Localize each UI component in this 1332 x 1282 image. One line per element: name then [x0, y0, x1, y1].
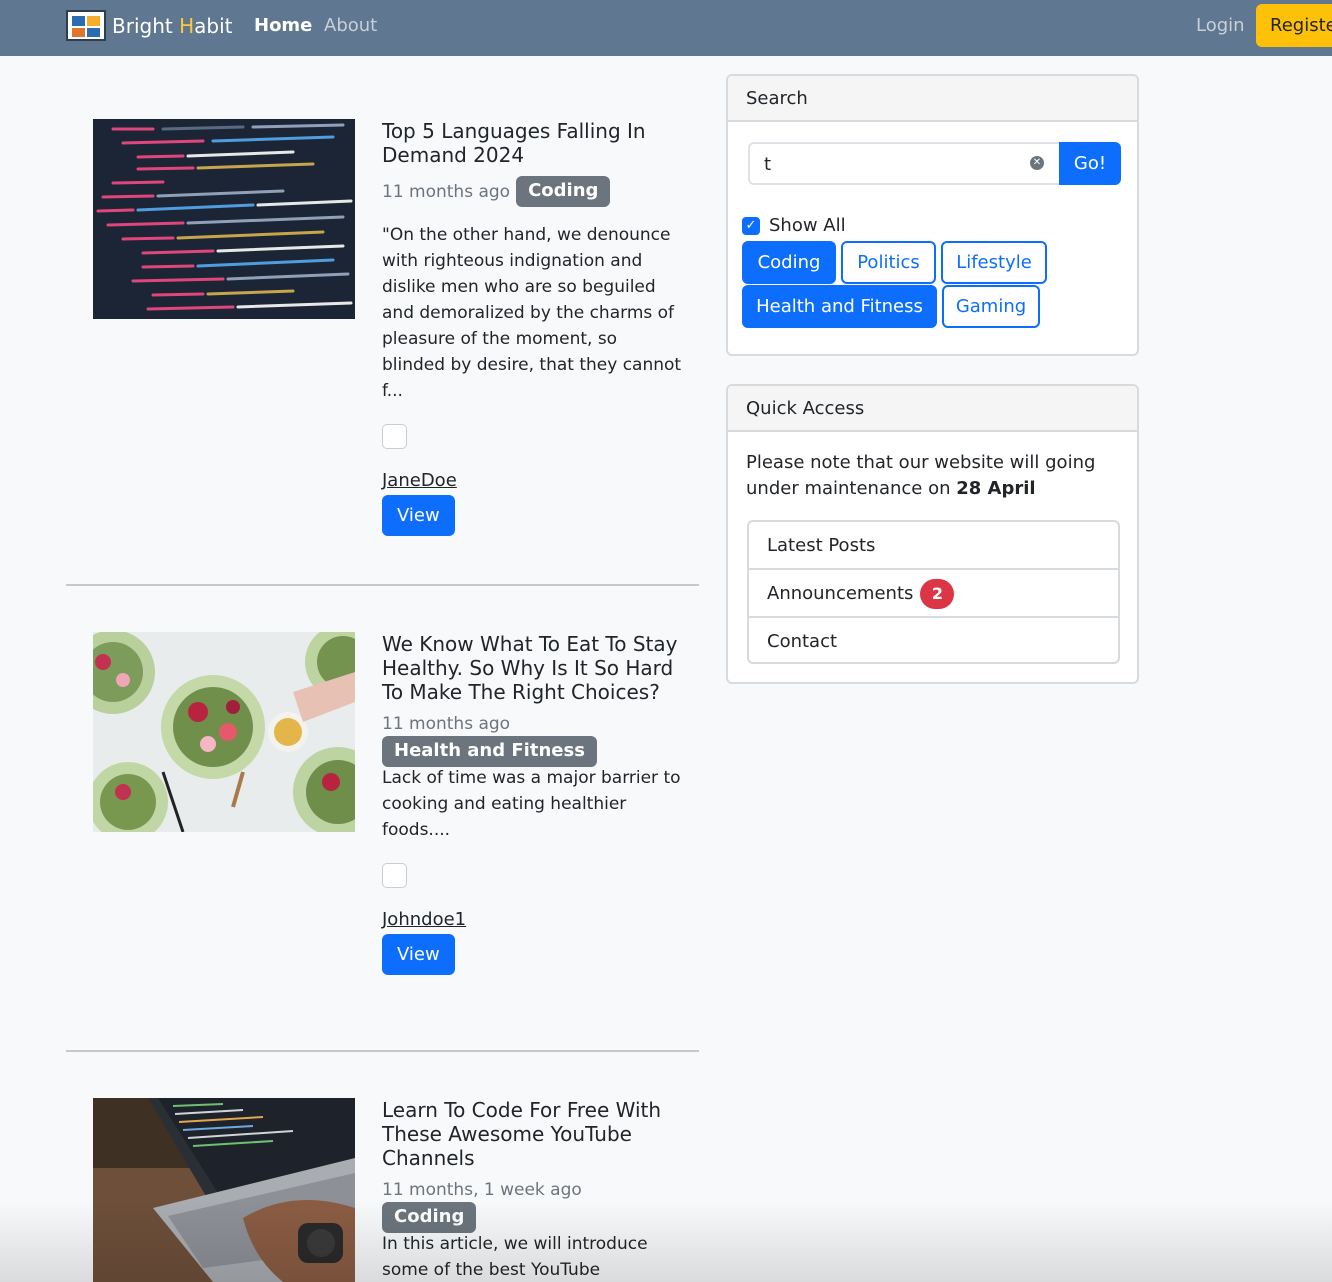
quick-access-card: Quick Access Please note that our websit…	[726, 384, 1139, 684]
nav-login-link[interactable]: Login	[1196, 15, 1245, 36]
nav-about-link[interactable]: About	[324, 15, 377, 36]
category-badge: Coding	[516, 176, 611, 207]
view-button[interactable]: View	[382, 934, 455, 975]
quick-links: Latest Posts Announcements 2 Contact	[747, 520, 1120, 664]
announcements-count-badge: 2	[920, 579, 955, 609]
post-time: 11 months ago	[382, 714, 511, 734]
brand-name: Bright Habit	[112, 13, 233, 38]
post-excerpt: "On the other hand, we denounce with rig…	[382, 225, 682, 401]
category-filter-gaming[interactable]: Gaming	[942, 285, 1040, 328]
post-title[interactable]: We Know What To Eat To Stay Healthy. So …	[382, 632, 682, 704]
quick-link-latest-posts[interactable]: Latest Posts	[749, 522, 1118, 570]
post-author-link[interactable]: JaneDoe	[382, 470, 457, 491]
category-badge: Health and Fitness	[382, 736, 597, 767]
post-time: 11 months, 1 week ago	[382, 1180, 582, 1200]
category-filter-coding[interactable]: Coding	[742, 241, 836, 284]
quick-link-contact[interactable]: Contact	[749, 618, 1118, 662]
post-author-link[interactable]: Johndoe1	[382, 909, 466, 930]
search-go-button[interactable]: Go!	[1059, 142, 1121, 185]
post-divider	[66, 584, 699, 586]
post-title[interactable]: Learn To Code For Free With These Awesom…	[382, 1098, 682, 1170]
post-title[interactable]: Top 5 Languages Falling In Demand 2024	[382, 119, 682, 167]
category-filter-politics[interactable]: Politics	[841, 241, 936, 284]
maintenance-notice: Please note that our website will going …	[746, 452, 1096, 499]
nav-home-link[interactable]: Home	[254, 15, 312, 36]
post-divider	[66, 1050, 699, 1052]
view-button[interactable]: View	[382, 495, 455, 536]
quick-access-header: Quick Access	[728, 386, 1137, 432]
clear-search-icon[interactable]: ✕	[1030, 156, 1044, 170]
like-checkbox[interactable]	[382, 863, 407, 888]
like-checkbox[interactable]	[382, 424, 407, 449]
search-card: Search t ✕ Go! ✓ Show All Coding Politic…	[726, 74, 1139, 356]
post-excerpt: In this article, we will introduce some …	[382, 1234, 648, 1280]
post-thumbnail[interactable]	[93, 119, 355, 319]
show-all-checkbox[interactable]: ✓	[742, 216, 760, 235]
search-input[interactable]: t	[748, 142, 1060, 185]
category-badge: Coding	[382, 1202, 477, 1233]
navbar: Bright Habit Home About Login Register	[0, 0, 1332, 56]
brand-logo-icon	[66, 10, 106, 41]
show-all-label: Show All	[769, 215, 846, 236]
category-filter-lifestyle[interactable]: Lifestyle	[941, 241, 1047, 284]
quick-link-announcements[interactable]: Announcements 2	[749, 570, 1118, 618]
show-all-toggle[interactable]: ✓ Show All	[742, 215, 846, 236]
post-thumbnail[interactable]	[93, 1098, 355, 1282]
post-time: 11 months ago	[382, 181, 511, 202]
brand-link[interactable]: Bright Habit	[66, 10, 232, 41]
post-excerpt: Lack of time was a major barrier to cook…	[382, 768, 681, 840]
post-thumbnail[interactable]	[93, 632, 355, 832]
register-button[interactable]: Register	[1256, 4, 1332, 47]
maintenance-date: 28 April	[956, 478, 1036, 499]
category-filter-health-and-fitness[interactable]: Health and Fitness	[742, 285, 937, 328]
search-card-header: Search	[728, 76, 1137, 122]
